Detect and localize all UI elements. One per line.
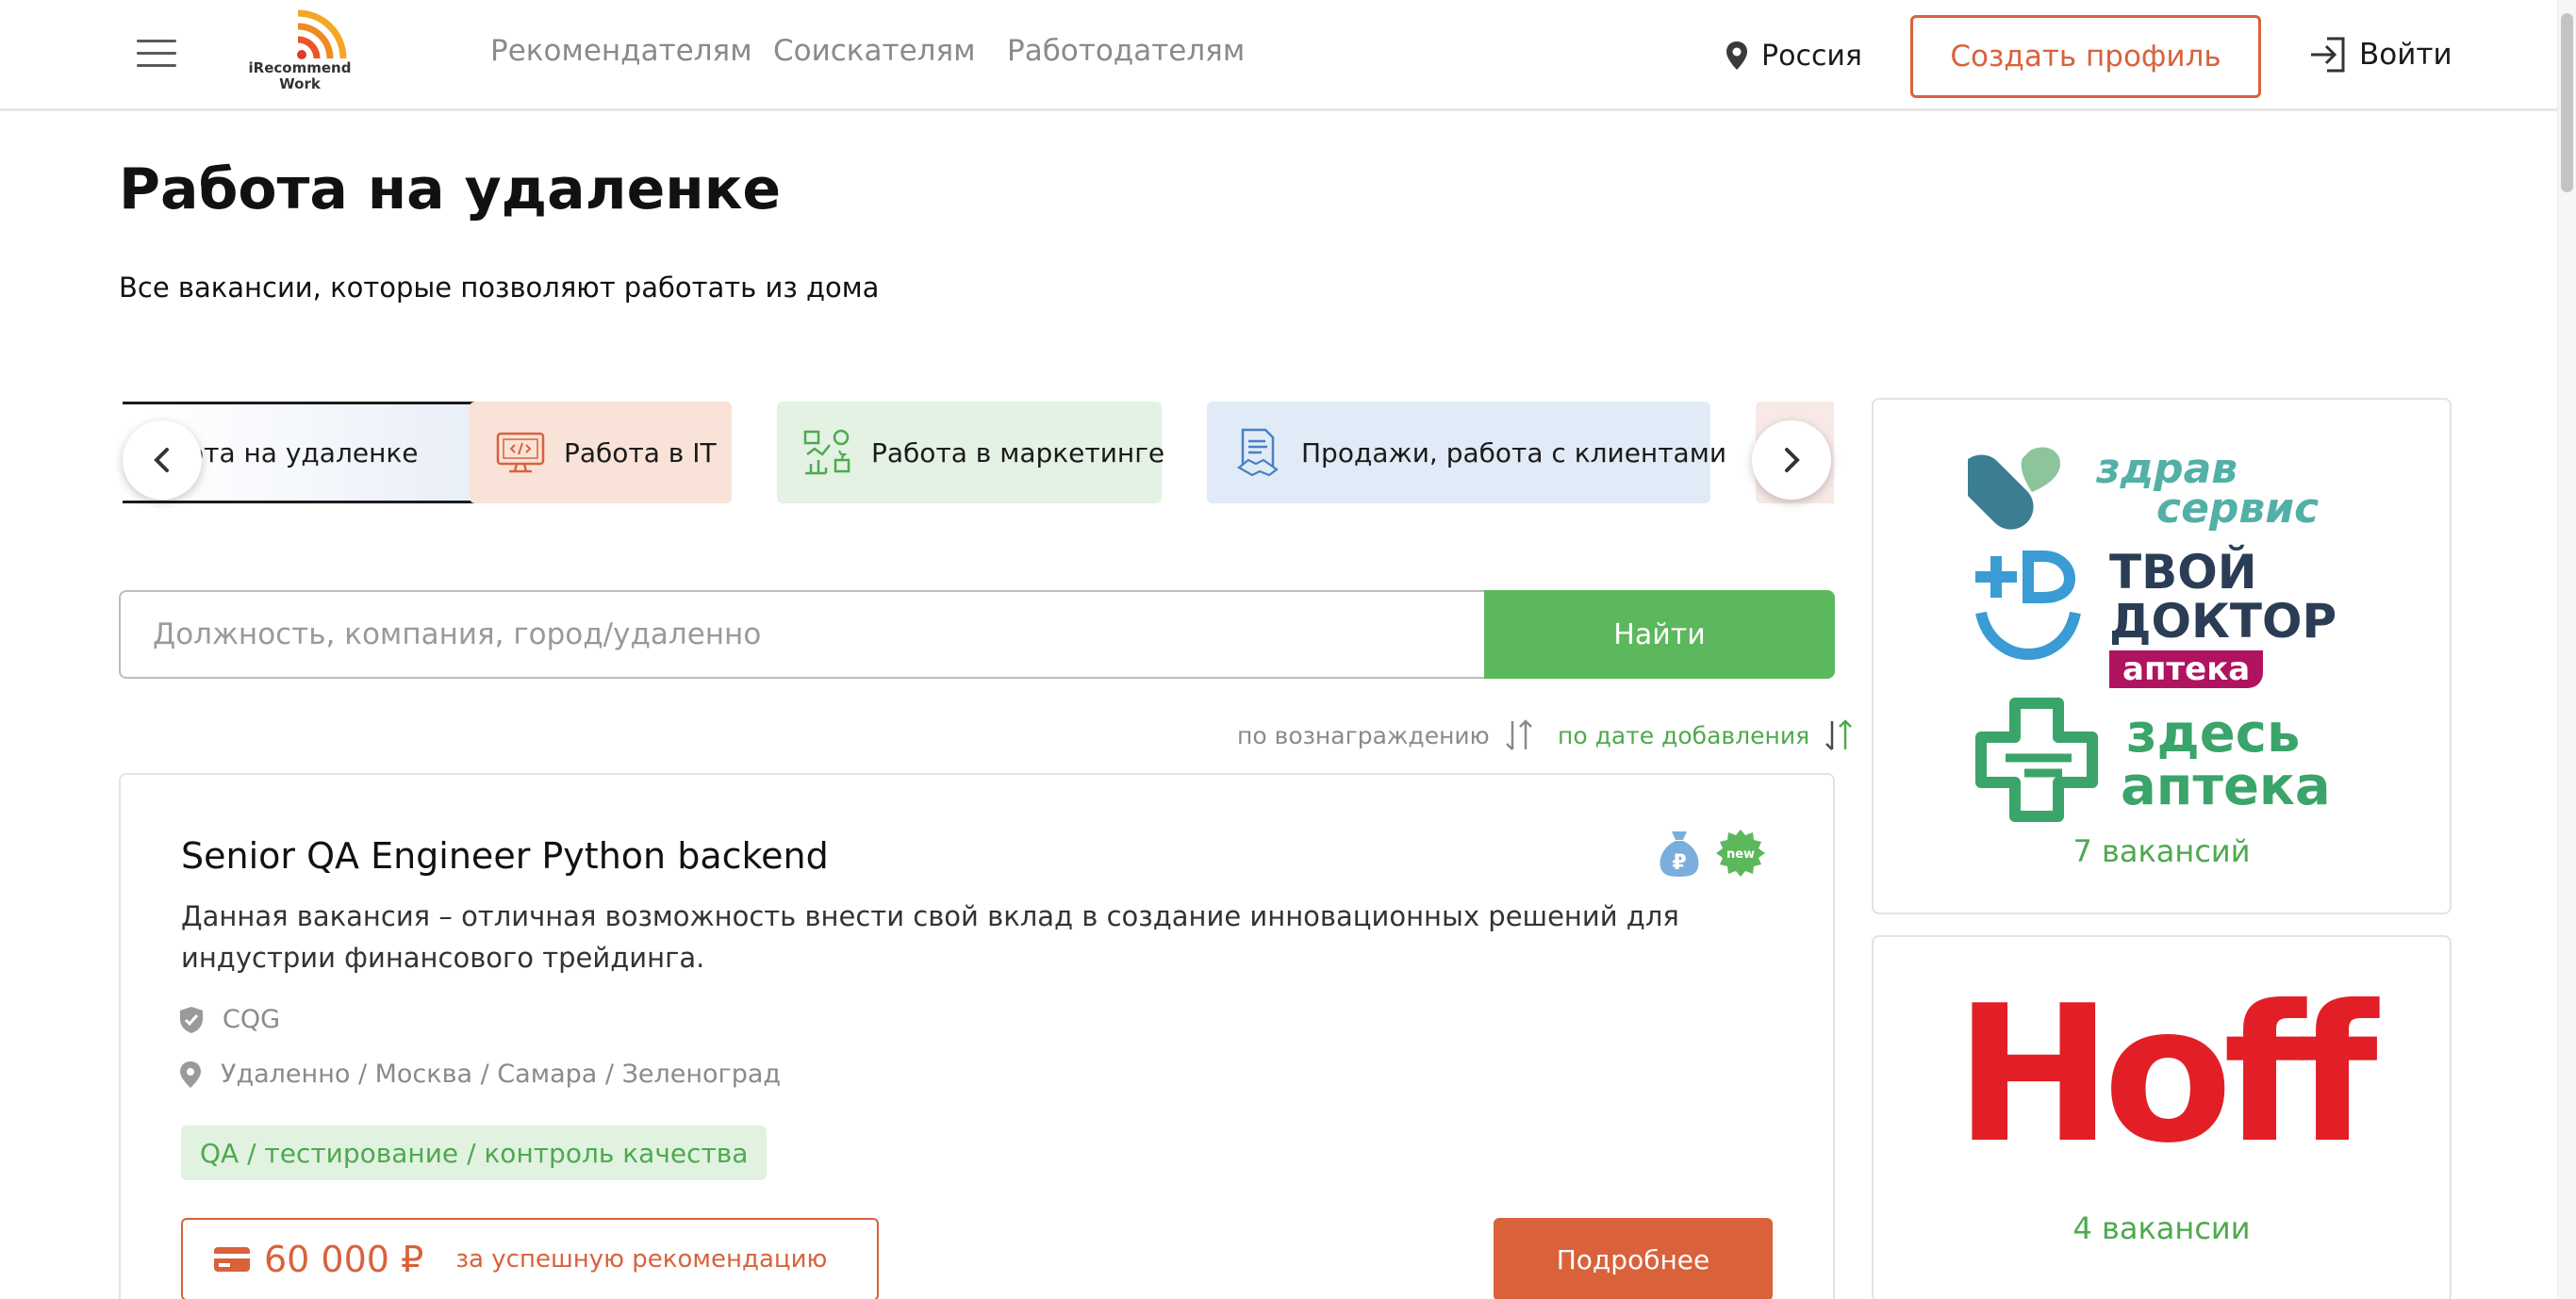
chevron-left-icon (154, 448, 169, 472)
marketing-icon (803, 429, 850, 475)
logo-text: iRecommend Work (243, 60, 356, 92)
reward-currency: ₽ (401, 1239, 424, 1280)
nav-job-seekers[interactable]: Соискателям (773, 34, 976, 68)
new-badge-label: new (1726, 847, 1755, 862)
logo-line-1: iRecommend (248, 59, 352, 76)
vacancy-description: Данная вакансия – отличная возможность в… (181, 900, 1679, 974)
sales-document-icon (1237, 428, 1279, 477)
category-it-label: Работа в IT (564, 436, 717, 469)
credit-card-icon (214, 1247, 250, 1272)
category-sales-label: Продажи, работа с клиентами (1301, 436, 1727, 469)
menu-icon[interactable] (137, 34, 176, 72)
vacancy-locations-label: Удаленно / Москва / Самара / Зеленоград (221, 1060, 782, 1089)
svg-text:₽: ₽ (1672, 851, 1686, 875)
money-bag-icon: ₽ (1660, 831, 1699, 877)
login-label: Войти (2359, 38, 2452, 72)
category-remote-label: ота на удаленке (188, 436, 419, 469)
sort-by-date[interactable]: по дате добавления (1558, 716, 1855, 754)
carousel-prev-button[interactable] (123, 420, 202, 500)
vacancy-company-name: CQG (223, 1005, 281, 1034)
sort-by-reward-label: по вознаграждению (1237, 721, 1490, 749)
doktor-line-3: аптека (2109, 650, 2264, 688)
category-marketing-label: Работа в маркетинге (871, 436, 1165, 469)
sort-arrows-active-icon (1825, 719, 1853, 750)
vacancy-company[interactable]: CQG (179, 1005, 280, 1034)
carousel-next-button[interactable] (1752, 420, 1831, 500)
vacancy-details-button[interactable]: Подробнее (1494, 1218, 1773, 1299)
new-badge-icon: new (1716, 830, 1765, 877)
login-icon (2311, 37, 2345, 73)
hoff-logo: Hoff (1955, 965, 2378, 1185)
vacancy-locations: Удаленно / Москва / Самара / Зеленоград (179, 1060, 781, 1089)
sort-arrows-icon (1505, 719, 1532, 750)
vacancy-title[interactable]: Senior QA Engineer Python backend (181, 835, 829, 877)
sort-by-date-label: по дате добавления (1558, 721, 1810, 749)
category-it[interactable]: Работа в IT (470, 402, 732, 503)
nav-employers[interactable]: Работодателям (1007, 34, 1245, 68)
zdes-line-2: аптека (2121, 756, 2331, 817)
category-marketing[interactable]: Работа в маркетинге (777, 402, 1165, 503)
category-sales[interactable]: Продажи, работа с клиентами (1207, 402, 1726, 503)
tvoy-doktor-mark-icon (1975, 551, 2081, 661)
create-profile-button[interactable]: Создать профиль (1910, 15, 2261, 98)
employer-vacancy-count[interactable]: 7 вакансий (1874, 833, 2450, 869)
computer-code-icon (496, 432, 545, 473)
reward-amount: 60 000 ₽ (264, 1239, 423, 1280)
region-selector[interactable]: Россия (1726, 34, 1862, 77)
category-carousel: ота на удаленке Работа в IT Работа в мар… (123, 396, 1834, 509)
page-scrollbar[interactable] (2557, 0, 2576, 1299)
vacancy-badges: ₽ new (1656, 828, 1769, 879)
location-pin-icon (180, 1061, 201, 1088)
doktor-line-1: ТВОЙ (2109, 545, 2257, 600)
nav-recommenders[interactable]: Рекомендателям (490, 34, 752, 68)
doktor-line-2: ДОКТОР (2109, 594, 2337, 649)
zdrav-line-2: сервис (2156, 485, 2320, 533)
logo-signal-icon (297, 9, 347, 59)
chevron-right-icon (1785, 448, 1800, 472)
location-pin-icon (1726, 41, 1747, 70)
vacancy-card[interactable]: Senior QA Engineer Python backend ₽ new … (119, 773, 1835, 1299)
vacancy-category-tag[interactable]: QA / тестирование / контроль качества (181, 1126, 768, 1180)
site-logo[interactable]: iRecommend Work (243, 6, 356, 100)
employer-vacancy-count[interactable]: 4 вакансии (1874, 1210, 2450, 1246)
page-subtitle: Все вакансии, которые позволяют работать… (119, 271, 880, 304)
logo-line-2: Work (279, 75, 321, 92)
page-title: Работа на удаленке (119, 156, 782, 222)
zdes-apteka-cross-icon (1975, 698, 2098, 822)
employer-card-pharmacy[interactable]: здрав сервис ТВОЙ ДОКТОР аптека здесь ап… (1872, 398, 2452, 914)
top-header: iRecommend Work Рекомендателям Соискател… (0, 0, 2557, 111)
reward-amount-value: 60 000 (264, 1239, 389, 1280)
scrollbar-thumb[interactable] (2561, 13, 2573, 192)
search-button[interactable]: Найти (1484, 590, 1835, 679)
employer-card-hoff[interactable]: Hoff 4 вакансии (1872, 935, 2452, 1299)
login-button[interactable]: Войти (2308, 32, 2452, 77)
sort-by-reward[interactable]: по вознаграждению (1237, 716, 1535, 754)
search-input[interactable]: Должность, компания, город/удаленно (119, 590, 1486, 679)
region-label: Россия (1761, 39, 1862, 73)
vacancy-reward: 60 000 ₽ за успешную рекомендацию (181, 1218, 879, 1299)
shield-check-icon (180, 1006, 203, 1033)
reward-note: за успешную рекомендацию (455, 1245, 828, 1274)
